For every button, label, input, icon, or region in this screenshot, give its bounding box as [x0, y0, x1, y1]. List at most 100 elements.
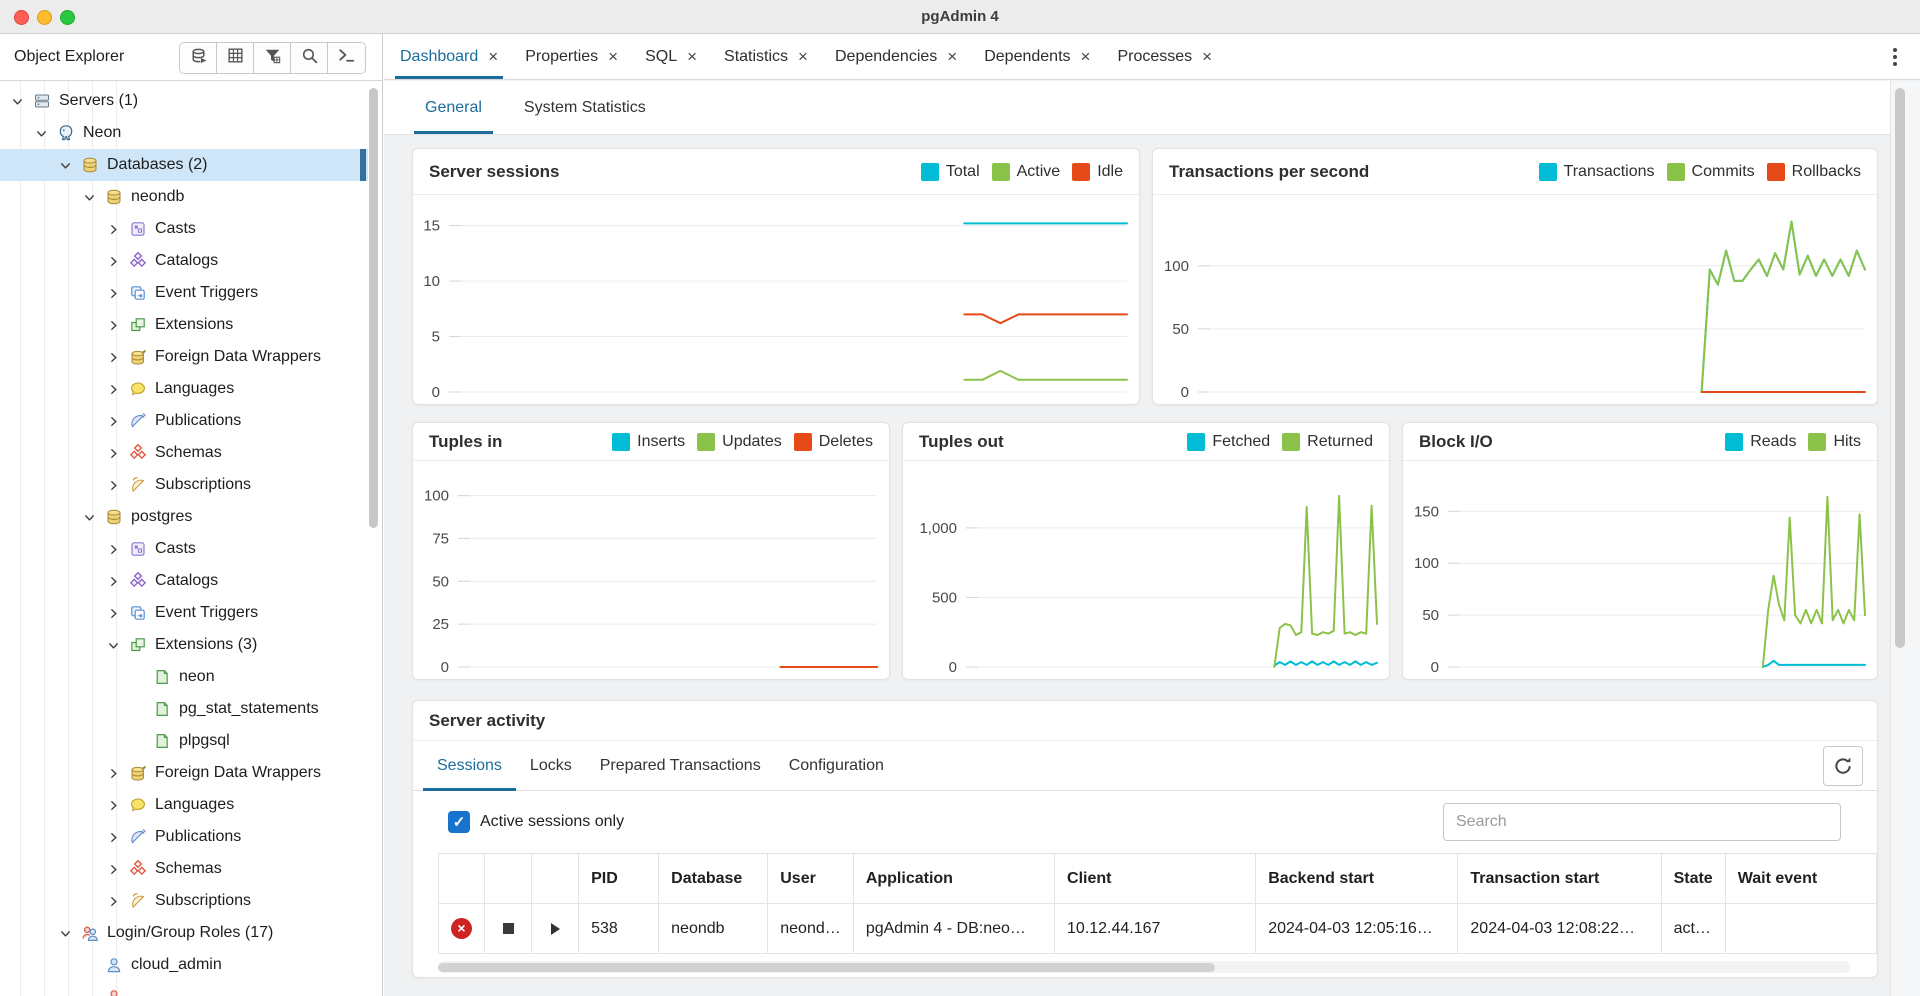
query-tool-button[interactable] — [328, 43, 365, 73]
tab-dependents[interactable]: Dependents× — [984, 34, 1090, 79]
tree-item-schemas[interactable]: Schemas — [0, 853, 368, 885]
tree-item-pg-stat-statements[interactable]: pg_stat_statements — [0, 693, 368, 725]
view-data-button[interactable] — [217, 43, 254, 73]
tree-item-languages[interactable]: Languages — [0, 789, 368, 821]
tab-statistics[interactable]: Statistics× — [724, 34, 808, 79]
tree-item-plpgsql[interactable]: plpgsql — [0, 725, 368, 757]
tree-item-extensions[interactable]: Extensions — [0, 309, 368, 341]
tree-expander[interactable] — [106, 892, 128, 910]
zoom-button[interactable] — [60, 10, 75, 25]
minimize-button[interactable] — [37, 10, 52, 25]
tab-properties[interactable]: Properties× — [525, 34, 618, 79]
tab-sessions[interactable]: Sessions — [423, 741, 516, 790]
tree-expander[interactable] — [34, 124, 56, 142]
tree-item-casts[interactable]: Casts — [0, 533, 368, 565]
table-row[interactable]: ×538neondbneond…pgAdmin 4 - DB:neo…10.12… — [439, 904, 1877, 954]
tree-expander[interactable] — [106, 476, 128, 494]
scrollbar-thumb[interactable] — [1895, 88, 1905, 648]
sidebar-scrollbar[interactable] — [369, 88, 378, 528]
column-header-client[interactable]: Client — [1055, 854, 1256, 904]
tree-item-neondb[interactable]: neondb — [0, 181, 368, 213]
tree-expander[interactable] — [106, 380, 128, 398]
tree-item-neon[interactable]: neon — [0, 661, 368, 693]
tree-expander[interactable] — [106, 860, 128, 878]
tree-item-postgres[interactable]: postgres — [0, 501, 368, 533]
tree-expander[interactable] — [106, 796, 128, 814]
tree-expander[interactable] — [106, 572, 128, 590]
tree-expander[interactable] — [58, 156, 80, 174]
tab-prepared-transactions[interactable]: Prepared Transactions — [586, 741, 775, 790]
tab-close-icon[interactable]: × — [798, 48, 808, 65]
tab-close-icon[interactable]: × — [608, 48, 618, 65]
tab-close-icon[interactable]: × — [947, 48, 957, 65]
tab-close-icon[interactable]: × — [1202, 48, 1212, 65]
tab-close-icon[interactable]: × — [687, 48, 697, 65]
tree-item-foreign-data-wrappers[interactable]: Foreign Data Wrappers — [0, 341, 368, 373]
column-header-user[interactable]: User — [768, 854, 854, 904]
tab-close-icon[interactable]: × — [1081, 48, 1091, 65]
column-header-backend-start[interactable]: Backend start — [1256, 854, 1458, 904]
tree-item-extensions-3[interactable]: Extensions (3) — [0, 629, 368, 661]
tree-expander[interactable] — [106, 540, 128, 558]
column-header-wait-event[interactable]: Wait event — [1725, 854, 1876, 904]
column-header-database[interactable]: Database — [659, 854, 768, 904]
tree-item-databases-2[interactable]: Databases (2) — [0, 149, 368, 181]
tree-item-event-triggers[interactable]: Event Triggers — [0, 597, 368, 629]
tree-expander[interactable] — [82, 188, 104, 206]
tab-processes[interactable]: Processes× — [1117, 34, 1212, 79]
tree-item-login-group-roles-17[interactable]: Login/Group Roles (17) — [0, 917, 368, 949]
main-vertical-scrollbar[interactable] — [1890, 81, 1920, 996]
search-objects-button[interactable] — [291, 43, 328, 73]
column-header-state[interactable]: State — [1661, 854, 1725, 904]
tab-close-icon[interactable]: × — [488, 48, 498, 65]
tab-locks[interactable]: Locks — [516, 741, 586, 790]
kebab-menu-button[interactable] — [1886, 46, 1904, 68]
cancel-session-icon[interactable]: × — [451, 918, 472, 939]
expand-row-icon[interactable] — [551, 923, 560, 935]
tree-expander[interactable] — [106, 412, 128, 430]
filter-rows-button[interactable] — [254, 43, 291, 73]
tree-item-neon[interactable]: Neon — [0, 117, 368, 149]
tree-expander[interactable] — [106, 636, 128, 654]
tree-item-publications[interactable]: Publications — [0, 821, 368, 853]
tree-expander[interactable] — [106, 220, 128, 238]
refresh-button[interactable] — [1823, 746, 1863, 786]
tab-dashboard[interactable]: Dashboard× — [400, 34, 498, 79]
tab-dependencies[interactable]: Dependencies× — [835, 34, 957, 79]
tree-item-subscriptions[interactable]: Subscriptions — [0, 469, 368, 501]
tab-configuration[interactable]: Configuration — [775, 741, 898, 790]
tree-expander[interactable] — [106, 252, 128, 270]
tree-item-event-triggers[interactable]: Event Triggers — [0, 277, 368, 309]
tree-item-servers-1[interactable]: Servers (1) — [0, 85, 368, 117]
column-header-application[interactable]: Application — [853, 854, 1054, 904]
tree-expander[interactable] — [106, 348, 128, 366]
tree-expander[interactable] — [106, 764, 128, 782]
tree-expander[interactable] — [106, 316, 128, 334]
scrollbar-thumb[interactable] — [438, 963, 1215, 972]
tree-item-clipped[interactable] — [0, 981, 368, 996]
tree-item-casts[interactable]: Casts — [0, 213, 368, 245]
tree-item-cloud-admin[interactable]: cloud_admin — [0, 949, 368, 981]
database-connect-button[interactable] — [180, 43, 217, 73]
tree-item-catalogs[interactable]: Catalogs — [0, 245, 368, 277]
tree-item-languages[interactable]: Languages — [0, 373, 368, 405]
tree-expander[interactable] — [106, 444, 128, 462]
active-sessions-checkbox[interactable]: ✓ Active sessions only — [448, 811, 624, 833]
tree-expander[interactable] — [106, 284, 128, 302]
tree-expander[interactable] — [82, 508, 104, 526]
tree-item-foreign-data-wrappers[interactable]: Foreign Data Wrappers — [0, 757, 368, 789]
tree-item-schemas[interactable]: Schemas — [0, 437, 368, 469]
column-header-pid[interactable]: PID — [579, 854, 659, 904]
tab-general[interactable]: General — [422, 81, 485, 134]
terminate-query-icon[interactable] — [503, 923, 514, 934]
table-horizontal-scrollbar[interactable] — [438, 961, 1850, 973]
column-header-transaction-start[interactable]: Transaction start — [1458, 854, 1661, 904]
close-button[interactable] — [14, 10, 29, 25]
tree-expander[interactable] — [106, 828, 128, 846]
tab-system-statistics[interactable]: System Statistics — [521, 81, 649, 134]
tree-expander[interactable] — [58, 924, 80, 942]
tree-expander[interactable] — [106, 604, 128, 622]
tree-item-subscriptions[interactable]: Subscriptions — [0, 885, 368, 917]
tree-item-publications[interactable]: Publications — [0, 405, 368, 437]
search-input[interactable] — [1443, 803, 1841, 841]
